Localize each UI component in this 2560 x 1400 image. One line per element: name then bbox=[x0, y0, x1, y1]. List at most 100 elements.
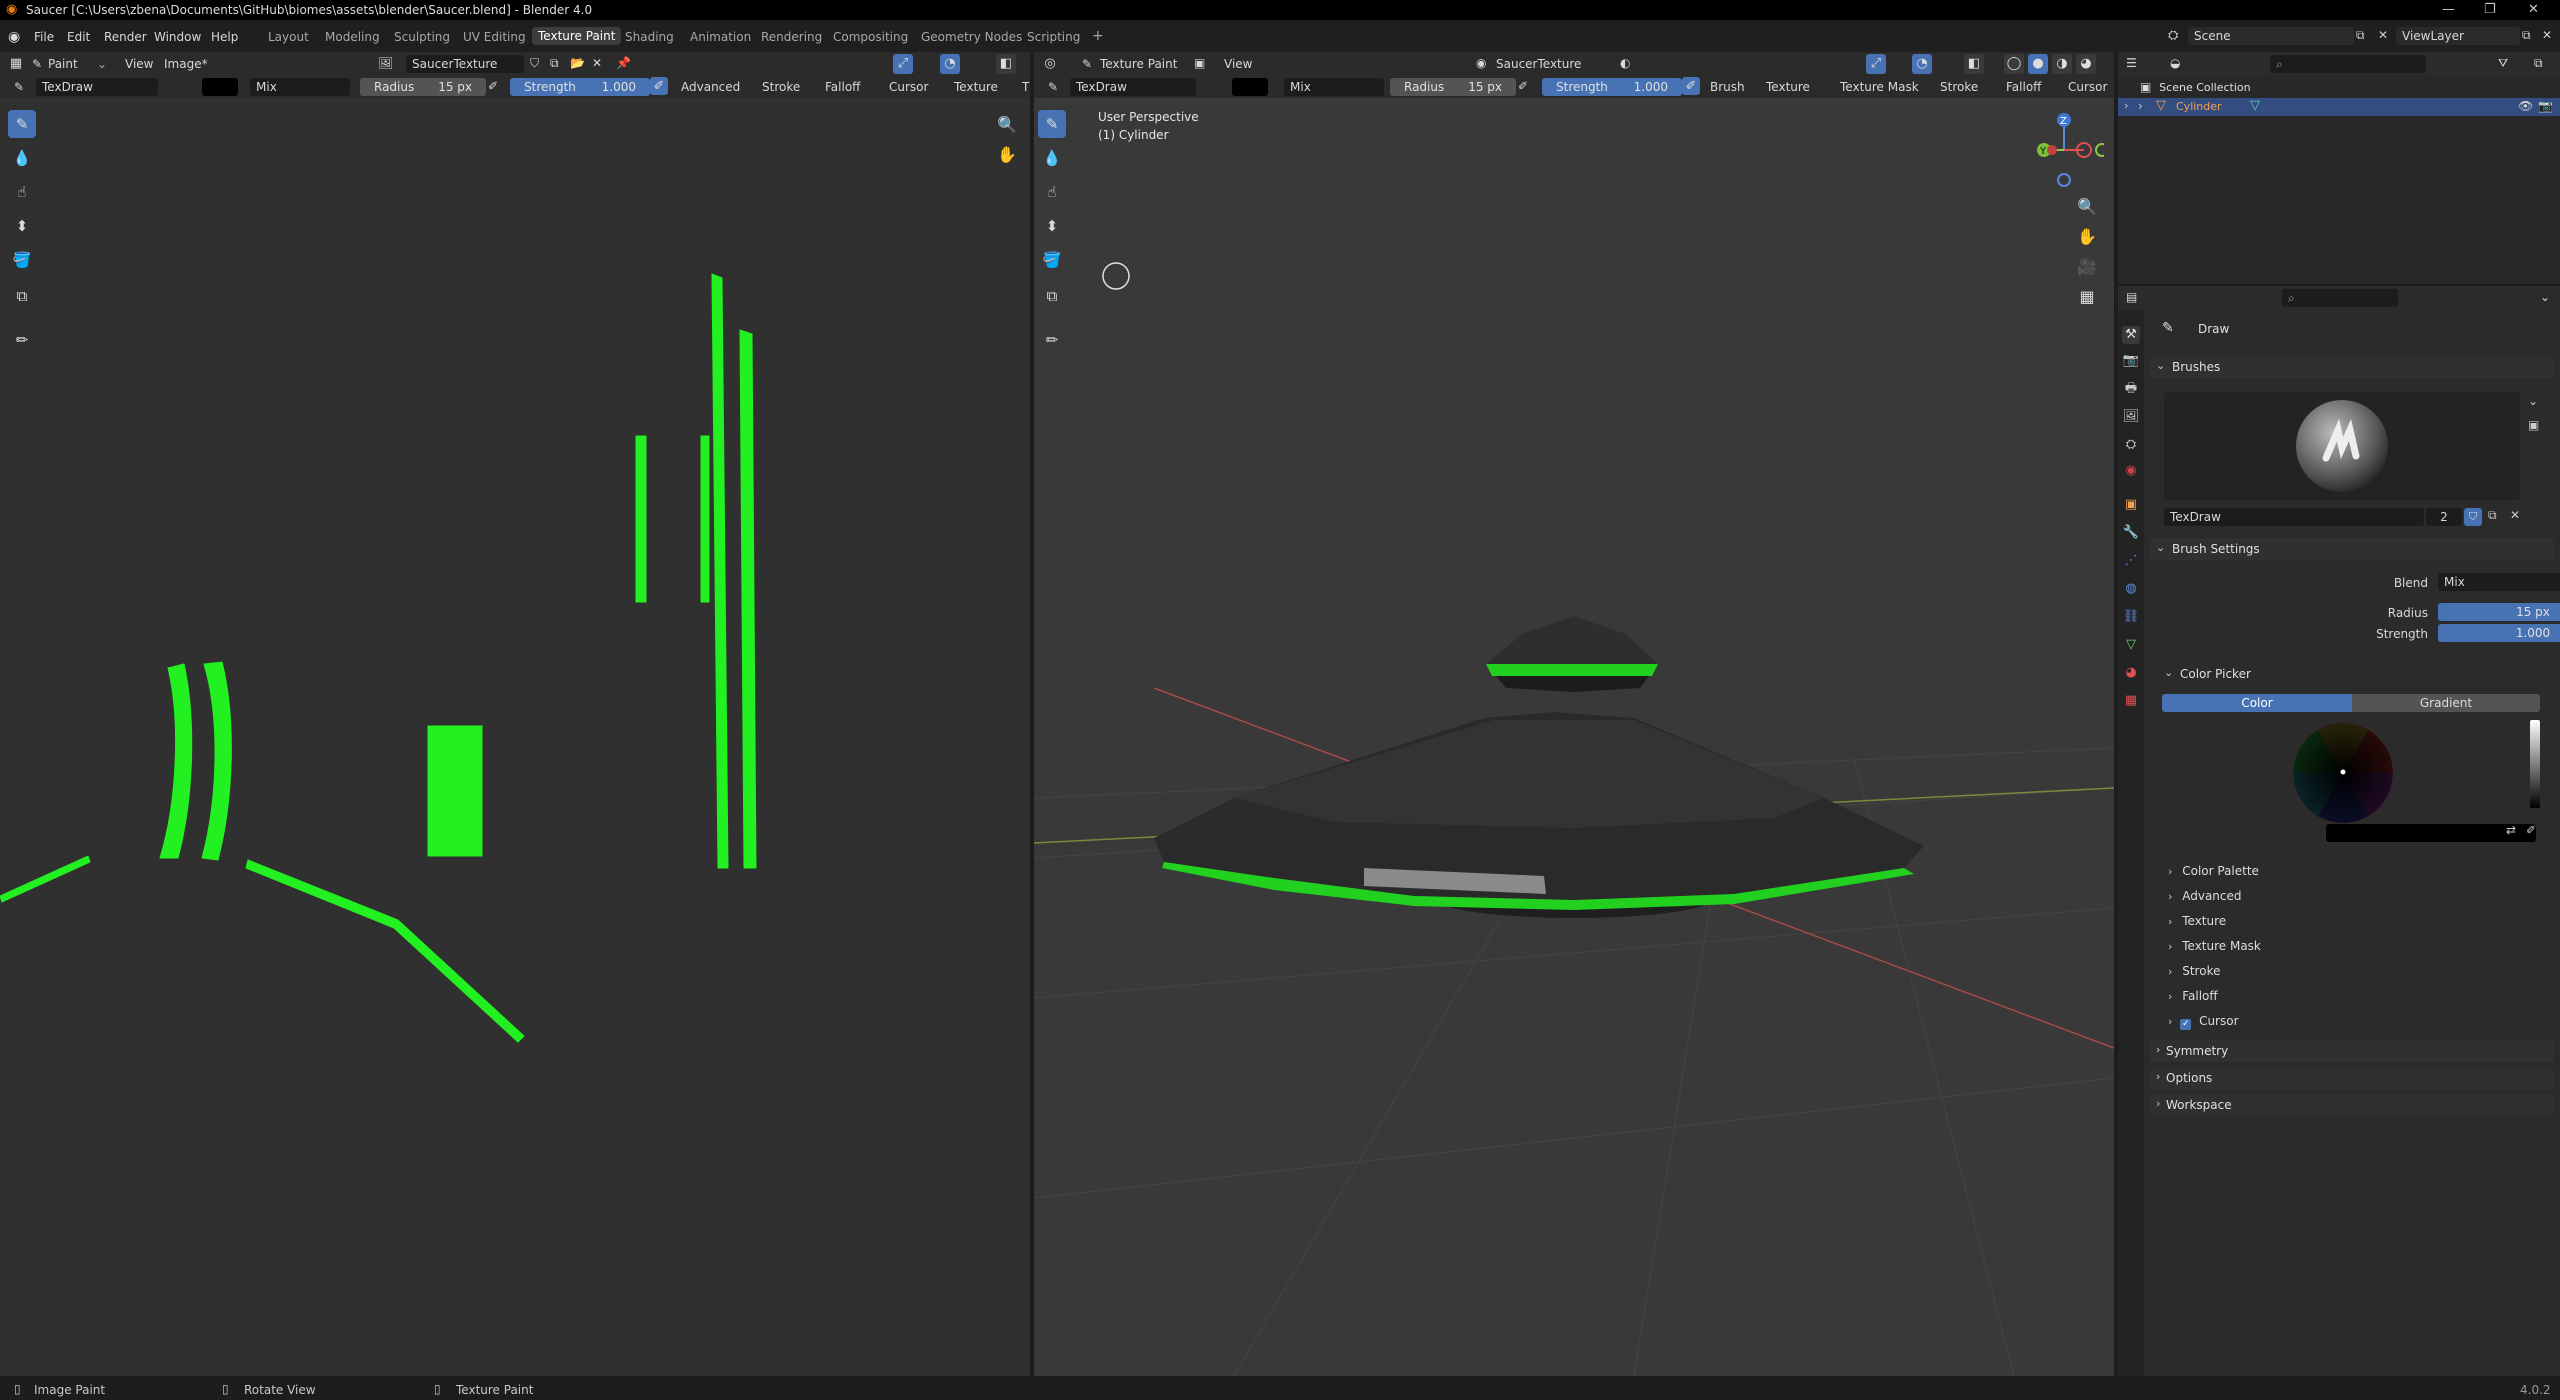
options-panel-header[interactable]: › Options bbox=[2150, 1067, 2554, 1089]
close-icon[interactable]: ✕ bbox=[2528, 2, 2539, 17]
tool-tab-icon[interactable]: ⚒ bbox=[2122, 326, 2140, 344]
viewport-editor-type-icon[interactable]: ◎ bbox=[1040, 54, 1060, 74]
strength-pressure-icon[interactable]: ✐ bbox=[650, 77, 668, 95]
outliner-row-cylinder[interactable]: › › ▽ Cylinder ▽ 👁 📷 bbox=[2118, 98, 2560, 116]
color-tab[interactable]: Color bbox=[2162, 694, 2352, 712]
pin-icon[interactable]: 📌 bbox=[616, 56, 631, 70]
editor-type-icon[interactable]: ▦ bbox=[6, 54, 26, 74]
viewport-soften-tool-icon[interactable]: 💧 bbox=[1038, 144, 1066, 172]
dropdown-cursor[interactable]: Cursor bbox=[889, 80, 928, 94]
render-camera-icon[interactable]: 📷 bbox=[2538, 99, 2553, 113]
fake-user-shield-icon[interactable]: ⛉ bbox=[2464, 508, 2482, 526]
world-tab-icon[interactable]: ◉ bbox=[2122, 462, 2140, 480]
gradient-tab[interactable]: Gradient bbox=[2352, 694, 2540, 712]
overlay-icon[interactable]: ◔ bbox=[940, 54, 960, 74]
properties-editor-type-icon[interactable]: ▤ bbox=[2126, 290, 2137, 304]
viewport-smear-tool-icon[interactable]: ☝ bbox=[1038, 178, 1066, 206]
tab-texture-paint[interactable]: Texture Paint bbox=[532, 27, 622, 45]
expand-icon[interactable]: › bbox=[2124, 99, 2128, 112]
strength-slider[interactable]: Strength 1.000 bbox=[510, 78, 650, 96]
physics-tab-icon[interactable]: ◍ bbox=[2122, 580, 2140, 598]
viewport-menu-view[interactable]: View bbox=[1224, 57, 1252, 71]
viewport-radius-slider[interactable]: Radius 15 px bbox=[1390, 78, 1516, 96]
viewport-color-swatch[interactable] bbox=[1232, 78, 1268, 96]
menu-window[interactable]: Window bbox=[154, 30, 201, 44]
constraints-tab-icon[interactable]: ⛓ bbox=[2122, 608, 2140, 626]
tab-rendering[interactable]: Rendering bbox=[761, 30, 822, 44]
data-tab-icon[interactable]: ▽ bbox=[2122, 636, 2140, 654]
viewport-strength-pressure-icon[interactable]: ✐ bbox=[1682, 77, 1700, 95]
delete-scene-icon[interactable]: ✕ bbox=[2378, 28, 2388, 42]
dropdown-stroke[interactable]: Stroke bbox=[762, 80, 800, 94]
viewport-dropdown-stroke[interactable]: Stroke bbox=[1940, 80, 1978, 94]
radius-slider[interactable]: Radius 15 px bbox=[360, 78, 486, 96]
viewport-blend-selector[interactable]: Mix bbox=[1284, 78, 1384, 96]
brush-list-chevron-icon[interactable]: ⌄ bbox=[2528, 394, 2538, 408]
menu-render[interactable]: Render bbox=[104, 30, 147, 44]
add-workspace-icon[interactable]: + bbox=[1092, 28, 1104, 44]
modifiers-tab-icon[interactable]: 🔧 bbox=[2122, 524, 2140, 542]
viewport-zoom-icon[interactable]: 🔍 bbox=[2074, 194, 2100, 220]
particles-tab-icon[interactable]: ⋰ bbox=[2122, 552, 2140, 570]
camera-view-icon[interactable]: 🎥 bbox=[2074, 254, 2100, 280]
tab-compositing[interactable]: Compositing bbox=[833, 30, 908, 44]
wireframe-shading-icon[interactable]: ◯ bbox=[2004, 54, 2024, 74]
workspace-panel-header[interactable]: › Workspace bbox=[2150, 1094, 2554, 1116]
viewport-overlay-icon[interactable]: ◔ bbox=[1912, 54, 1932, 74]
outliner-editor-type-icon[interactable]: ☰ bbox=[2126, 56, 2137, 70]
clone-tool-icon[interactable]: ⬍ bbox=[8, 212, 36, 240]
brush-name-field[interactable]: TexDraw bbox=[36, 78, 158, 96]
rendered-shading-icon[interactable]: ◕ bbox=[2076, 54, 2096, 74]
viewport-strength-slider[interactable]: Strength 1.000 bbox=[1542, 78, 1682, 96]
viewport-brush-name-field[interactable]: TexDraw bbox=[1070, 78, 1196, 96]
unlink-brush-icon[interactable]: ✕ bbox=[2510, 508, 2520, 522]
mode-selector[interactable]: Paint bbox=[48, 57, 78, 71]
tab-shading[interactable]: Shading bbox=[625, 30, 674, 44]
xray-icon[interactable]: ◧ bbox=[1964, 54, 1984, 74]
menu-file[interactable]: File bbox=[34, 30, 54, 44]
smear-tool-icon[interactable]: ☝ bbox=[8, 178, 36, 206]
minimize-icon[interactable]: — bbox=[2442, 2, 2455, 17]
snap-icon[interactable]: ⤢ bbox=[893, 54, 913, 74]
viewport-clone-tool-icon[interactable]: ⬍ bbox=[1038, 212, 1066, 240]
subpanel-color-palette[interactable]: › Color Palette bbox=[2168, 864, 2259, 878]
color-picker-panel-header[interactable]: ⌄ Color Picker bbox=[2164, 664, 2544, 684]
subpanel-texture-mask[interactable]: › Texture Mask bbox=[2168, 939, 2261, 953]
properties-options-chevron-icon[interactable]: ⌄ bbox=[2540, 290, 2550, 304]
brush-name-field-props[interactable]: TexDraw bbox=[2164, 508, 2424, 526]
new-scene-icon[interactable]: ⧉ bbox=[2356, 28, 2365, 43]
subpanel-falloff[interactable]: › Falloff bbox=[2168, 989, 2218, 1003]
visibility-eye-icon[interactable]: 👁 bbox=[2518, 99, 2533, 113]
viewport-dropdown-cursor[interactable]: Cursor bbox=[2068, 80, 2107, 94]
maximize-icon[interactable]: ❐ bbox=[2484, 2, 2496, 17]
mask-tool-icon[interactable]: ⧉ bbox=[8, 282, 36, 310]
brushes-panel-header[interactable]: ⌄ Brushes bbox=[2150, 356, 2554, 378]
duplicate-brush-icon[interactable]: ⧉ bbox=[2488, 508, 2497, 523]
viewport-pan-hand-icon[interactable]: ✋ bbox=[2074, 224, 2100, 250]
dropdown-texture[interactable]: Texture bbox=[954, 80, 998, 94]
tab-geometry-nodes[interactable]: Geometry Nodes bbox=[921, 30, 1022, 44]
viewport-annotate-tool-icon[interactable]: ✏ bbox=[1038, 326, 1066, 354]
cylinder-label[interactable]: Cylinder bbox=[2176, 100, 2222, 113]
brush-image-icon[interactable]: ▣ bbox=[2528, 418, 2539, 432]
material-tab-icon[interactable]: ◕ bbox=[2122, 664, 2140, 682]
outliner-row-scene-collection[interactable]: ▣ Scene Collection bbox=[2140, 80, 2560, 98]
viewport-snap-icon[interactable]: ⤢ bbox=[1866, 54, 1886, 74]
display-channels-icon[interactable]: ◧ bbox=[996, 54, 1016, 74]
draw-tool-icon[interactable]: ✎ bbox=[8, 110, 36, 138]
dropdown-advanced[interactable]: Advanced bbox=[681, 80, 740, 94]
view-layer-tab-icon[interactable]: 🖼 bbox=[2122, 408, 2140, 426]
strength-field[interactable]: 1.000 bbox=[2438, 624, 2560, 642]
scene-selector[interactable]: Scene bbox=[2188, 27, 2354, 45]
viewport-pressure-icon[interactable]: ✐ bbox=[1518, 79, 1528, 93]
viewport-dropdown-texture[interactable]: Texture bbox=[1766, 80, 1810, 94]
new-collection-icon[interactable]: ⧉ bbox=[2534, 56, 2543, 71]
symmetry-panel-header[interactable]: › Symmetry bbox=[2150, 1040, 2554, 1062]
material-shading-icon[interactable]: ◑ bbox=[2052, 54, 2072, 74]
blend-selector[interactable]: Mix bbox=[250, 78, 350, 96]
delete-view-layer-icon[interactable]: ✕ bbox=[2542, 28, 2552, 42]
viewport-mode-selector[interactable]: Texture Paint bbox=[1100, 57, 1177, 71]
chevron-right-icon[interactable]: › bbox=[2138, 99, 2143, 113]
properties-search-input[interactable]: ⌕ bbox=[2282, 289, 2398, 307]
dropdown-falloff[interactable]: Falloff bbox=[825, 80, 860, 94]
